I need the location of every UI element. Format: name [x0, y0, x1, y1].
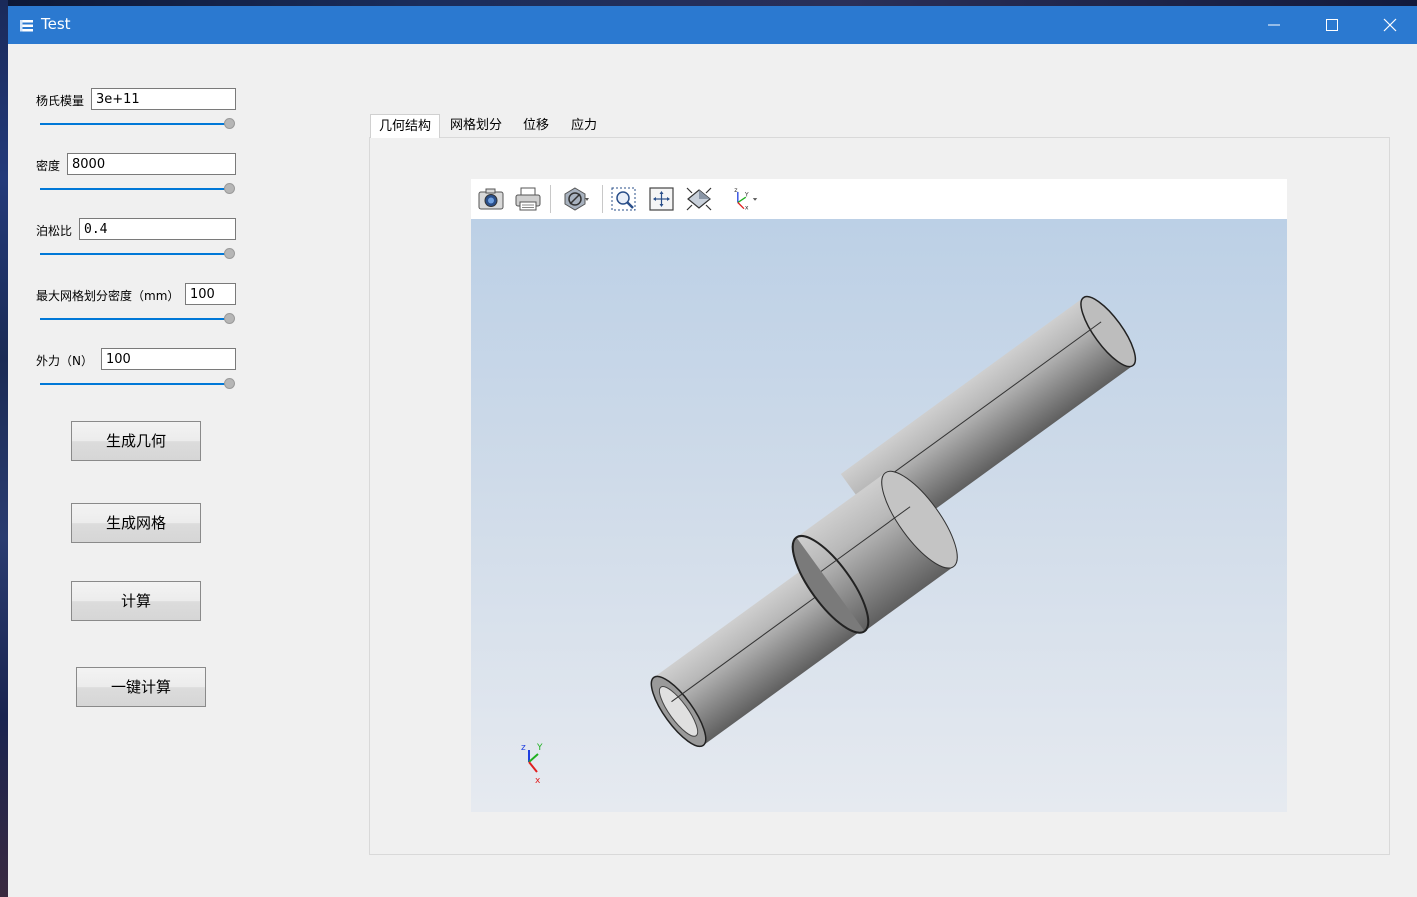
app-window: Test 杨氏模量 3e+11 密度 8000 泊松比 0.4 最大网格划分密度…	[8, 6, 1417, 897]
3d-viewer[interactable]: z Y x z Y x	[471, 179, 1287, 812]
generate-geometry-button[interactable]: 生成几何	[71, 421, 201, 461]
slider-groove	[40, 318, 230, 320]
force-slider[interactable]	[40, 378, 236, 390]
title-bar[interactable]: Test	[8, 6, 1417, 44]
close-icon	[1383, 18, 1397, 32]
axis-triad: z Y x	[521, 743, 543, 786]
svg-text:Y: Y	[744, 191, 749, 198]
axis-y-label: Y	[536, 743, 543, 753]
slider-handle[interactable]	[224, 183, 235, 194]
mesh-density-slider[interactable]	[40, 313, 236, 325]
view-iso-icon[interactable]	[684, 185, 714, 213]
density-input[interactable]: 8000	[67, 153, 236, 175]
maximize-button[interactable]	[1303, 6, 1361, 44]
fit-all-icon[interactable]	[647, 185, 677, 213]
axes-triad-icon[interactable]: z Y x	[729, 185, 759, 213]
slider-groove	[40, 253, 230, 255]
density-slider[interactable]	[40, 183, 236, 195]
close-button[interactable]	[1361, 6, 1417, 44]
tab-stress[interactable]: 应力	[564, 114, 604, 138]
poisson-input[interactable]: 0.4	[79, 218, 236, 240]
slider-groove	[40, 188, 230, 190]
window-title: Test	[41, 15, 71, 33]
toolbar-separator	[602, 185, 603, 213]
desktop-background-left	[0, 0, 8, 897]
compute-button[interactable]: 计算	[71, 581, 201, 621]
3d-canvas[interactable]: z Y x	[471, 219, 1287, 812]
generate-mesh-button[interactable]: 生成网格	[71, 503, 201, 543]
app-logo-icon	[20, 20, 33, 32]
mesh-density-label: 最大网格划分密度（mm）	[36, 289, 180, 303]
tab-mesh[interactable]: 网格划分	[444, 114, 508, 138]
youngs-modulus-input[interactable]: 3e+11	[91, 88, 236, 110]
minimize-icon	[1268, 24, 1280, 26]
axis-x-label: x	[535, 776, 541, 786]
one-click-compute-button[interactable]: 一键计算	[76, 667, 206, 707]
poisson-label: 泊松比	[36, 224, 73, 238]
slider-handle[interactable]	[224, 313, 235, 324]
toolbar-separator	[550, 185, 551, 213]
poisson-slider[interactable]	[40, 248, 236, 260]
slider-handle[interactable]	[224, 118, 235, 129]
force-label: 外力（N）	[36, 354, 93, 368]
youngs-modulus-label: 杨氏模量	[36, 94, 85, 108]
youngs-modulus-slider[interactable]	[40, 118, 236, 130]
tab-geometry[interactable]: 几何结构	[370, 114, 440, 138]
density-label: 密度	[36, 159, 61, 173]
slider-groove	[40, 383, 230, 385]
camera-icon[interactable]	[476, 185, 506, 213]
tab-displacement[interactable]: 位移	[516, 114, 556, 138]
slider-handle[interactable]	[224, 248, 235, 259]
svg-text:z: z	[734, 187, 737, 194]
force-input[interactable]: 100	[101, 348, 236, 370]
svg-text:x: x	[745, 205, 749, 212]
mesh-density-input[interactable]: 100	[185, 283, 236, 305]
printer-icon[interactable]	[513, 185, 543, 213]
slider-handle[interactable]	[224, 378, 235, 389]
zoom-box-icon[interactable]	[609, 185, 639, 213]
minimize-button[interactable]	[1245, 6, 1303, 44]
maximize-icon	[1326, 19, 1338, 31]
clip-plane-icon[interactable]	[560, 185, 590, 213]
axis-z-label: z	[521, 743, 526, 753]
slider-groove	[40, 123, 230, 125]
shaft-model: z Y x	[521, 295, 1137, 786]
viewer-toolbar: z Y x	[471, 179, 1287, 219]
